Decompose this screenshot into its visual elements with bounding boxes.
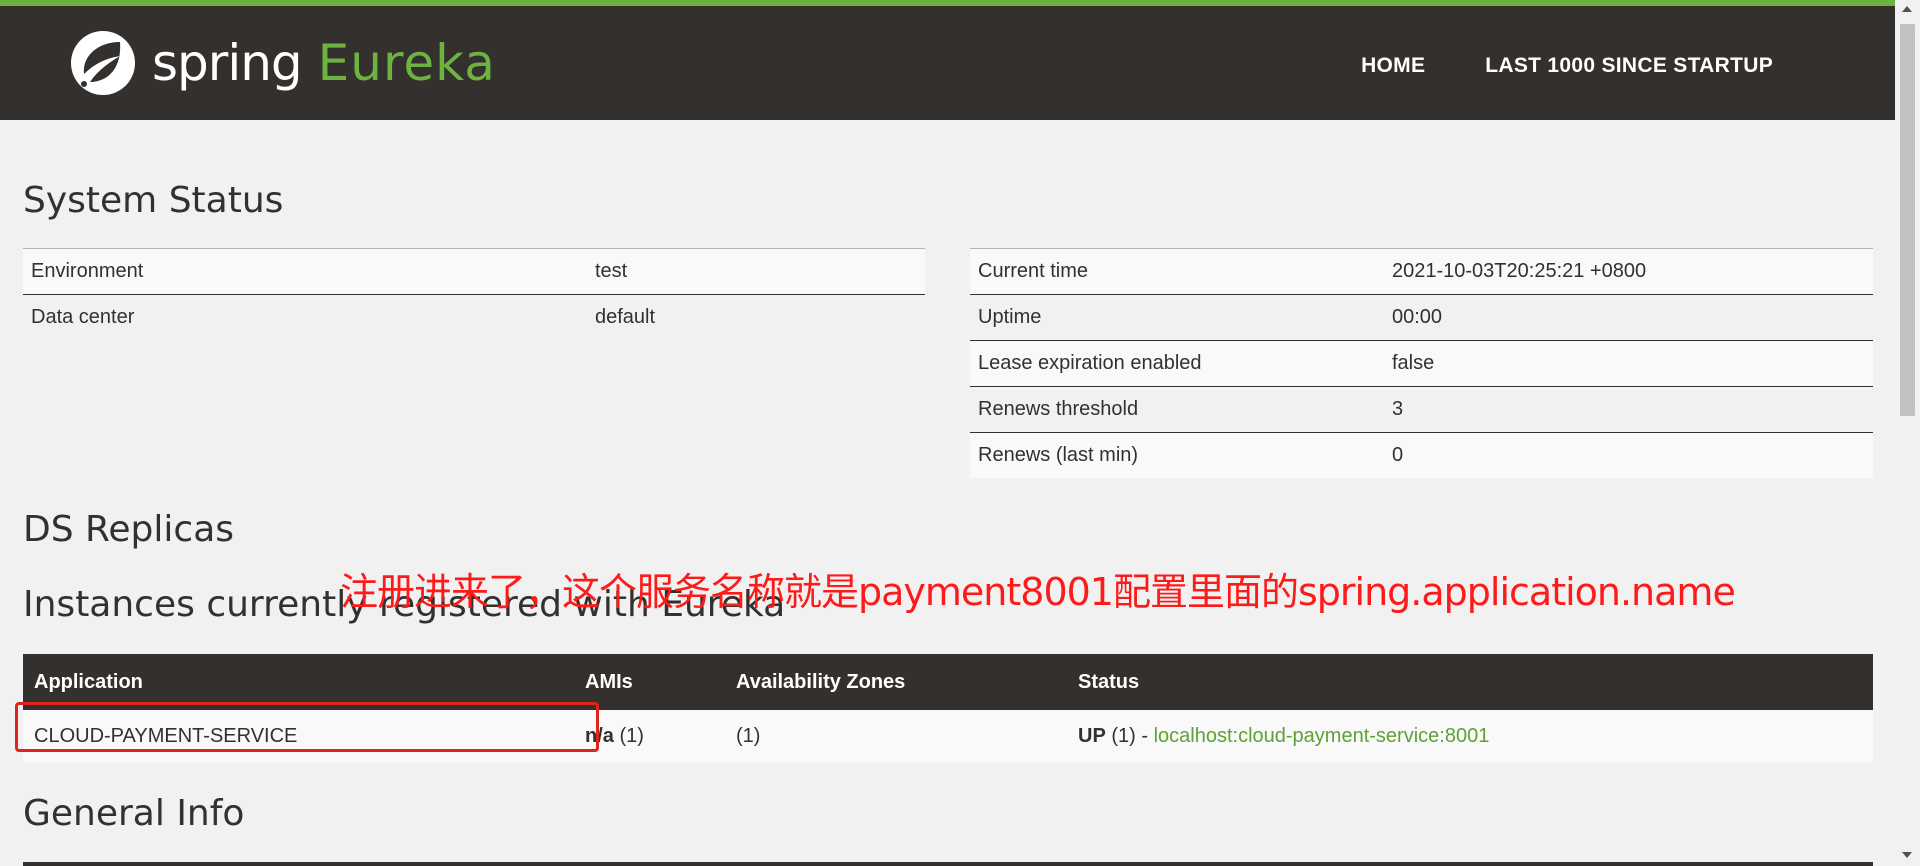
renews-threshold-key: Renews threshold: [970, 386, 1384, 433]
ds-replicas-heading: DS Replicas: [23, 509, 235, 550]
table-row: Renews threshold 3: [970, 386, 1873, 433]
spring-leaf-icon: [71, 31, 135, 95]
top-nav: HOME LAST 1000 SINCE STARTUP: [1361, 54, 1773, 78]
cell-zones: (1): [725, 710, 1067, 763]
table-row: Environment test: [23, 248, 925, 295]
table-row: Uptime 00:00: [970, 294, 1873, 341]
table-row: Renews (last min) 0: [970, 432, 1873, 478]
uptime-key: Uptime: [970, 294, 1384, 341]
instance-link[interactable]: localhost:cloud-payment-service:8001: [1154, 725, 1490, 747]
scroll-up-arrow-icon[interactable]: [1902, 6, 1912, 12]
annotation-highlight-box: [15, 702, 599, 752]
status-count: (1) -: [1105, 725, 1154, 747]
system-status-heading: System Status: [23, 180, 284, 221]
logo-spring-text: spring: [152, 34, 303, 92]
general-info-table-top: [23, 862, 1873, 866]
general-info-heading: General Info: [23, 793, 245, 834]
annotation-text: 注册进来了，这个服务名称就是payment8001配置里面的spring.app…: [340, 570, 1736, 614]
table-row: Data center default: [23, 294, 925, 340]
lease-key: Lease expiration enabled: [970, 340, 1384, 387]
scroll-down-arrow-icon[interactable]: [1902, 852, 1912, 858]
cell-status: UP (1) - localhost:cloud-payment-service…: [1067, 710, 1873, 763]
top-navbar: spring Eureka HOME LAST 1000 SINCE START…: [0, 0, 1895, 120]
spring-eureka-logo[interactable]: spring Eureka: [68, 26, 496, 100]
lease-value: false: [1384, 340, 1873, 387]
current-time-key: Current time: [970, 248, 1384, 295]
status-up: UP: [1078, 725, 1106, 747]
system-status-right-table: Current time 2021-10-03T20:25:21 +0800 U…: [970, 248, 1873, 478]
env-key: Environment: [23, 248, 587, 295]
datacenter-key: Data center: [23, 294, 587, 340]
uptime-value: 00:00: [1384, 294, 1873, 341]
nav-home[interactable]: HOME: [1361, 54, 1425, 78]
scrollbar-thumb[interactable]: [1900, 24, 1915, 416]
datacenter-value: default: [587, 294, 925, 340]
col-status: Status: [1067, 654, 1873, 710]
table-row: Lease expiration enabled false: [970, 340, 1873, 387]
renews-last-min-key: Renews (last min): [970, 432, 1384, 478]
logo-eureka-text: Eureka: [317, 34, 496, 92]
nav-last-1000[interactable]: LAST 1000 SINCE STARTUP: [1485, 54, 1773, 78]
amis-count: (1): [613, 725, 644, 747]
table-row: Current time 2021-10-03T20:25:21 +0800: [970, 248, 1873, 295]
col-zones: Availability Zones: [725, 654, 1067, 710]
renews-threshold-value: 3: [1384, 386, 1873, 433]
vertical-scrollbar[interactable]: [1895, 0, 1920, 866]
renews-last-min-value: 0: [1384, 432, 1873, 478]
system-status-left-table: Environment test Data center default: [23, 248, 925, 340]
current-time-value: 2021-10-03T20:25:21 +0800: [1384, 248, 1873, 295]
env-value: test: [587, 248, 925, 295]
